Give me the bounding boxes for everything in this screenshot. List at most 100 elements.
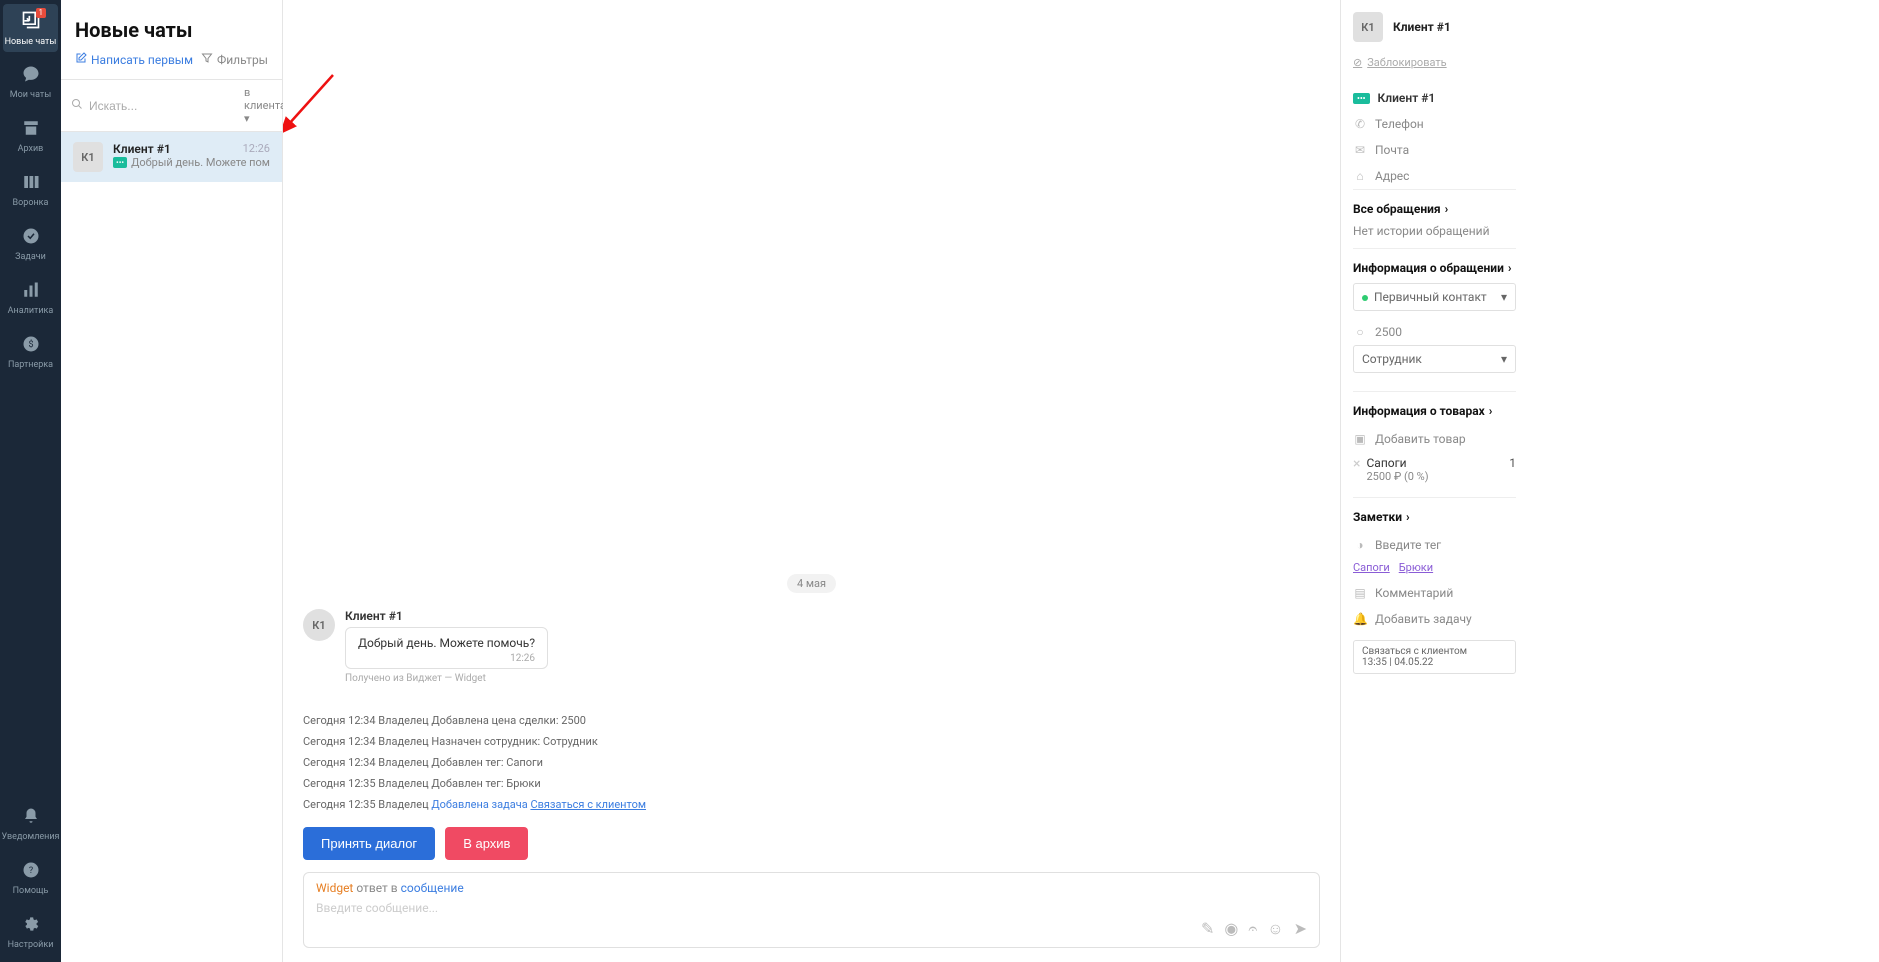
- product-price: 2500 ₽ (0 %): [1366, 470, 1509, 483]
- nav-label: Мои чаты: [10, 90, 51, 100]
- accept-dialog-button[interactable]: Принять диалог: [303, 827, 435, 860]
- preview-icon[interactable]: ◉: [1224, 919, 1238, 939]
- mail-icon: ✉: [1353, 143, 1367, 157]
- note-icon: ▤: [1353, 586, 1367, 600]
- chevron-down-icon: ▾: [1501, 352, 1507, 366]
- phone-field[interactable]: ✆ Телефон: [1353, 111, 1516, 137]
- task-time: 13:35 | 04.05.22: [1362, 657, 1507, 668]
- nav-funnel[interactable]: Воронка: [3, 166, 58, 214]
- avatar: К1: [1353, 12, 1383, 42]
- nav-new-chats[interactable]: 1 Новые чаты: [3, 4, 58, 52]
- widget-badge-icon: •••: [1353, 93, 1370, 104]
- status-dot-icon: [1362, 295, 1368, 301]
- address-field[interactable]: ⌂ Адрес: [1353, 163, 1516, 189]
- input-channel-meta: Widget ответ в сообщение: [316, 881, 1307, 895]
- system-log-row: Сегодня 12:35 Владелец Добавлена задача …: [303, 794, 1320, 815]
- nav-archive[interactable]: Архив: [3, 112, 58, 160]
- contact-name: Клиент #1: [1378, 91, 1436, 105]
- emoji-icon[interactable]: ☺: [1267, 919, 1283, 939]
- right-gutter: [1528, 0, 1879, 962]
- chat-item-name: Клиент #1: [113, 142, 171, 156]
- task-text: Связаться с клиентом: [1362, 646, 1507, 657]
- nav-label: Аналитика: [8, 306, 54, 316]
- home-icon: ⌂: [1353, 169, 1367, 183]
- message-time: 12:26: [358, 653, 535, 664]
- nav-label: Воронка: [13, 198, 49, 208]
- requests-empty: Нет истории обращений: [1353, 224, 1516, 238]
- request-info-section-toggle[interactable]: Информация о обращении ›: [1353, 261, 1516, 275]
- chevron-right-icon: ›: [1508, 261, 1512, 275]
- client-name: Клиент #1: [1393, 20, 1451, 34]
- nav-label: Партнерка: [8, 360, 53, 370]
- task-item[interactable]: Связаться с клиентом 13:35 | 04.05.22: [1353, 640, 1516, 674]
- nav-tasks[interactable]: Задачи: [3, 220, 58, 268]
- chevron-down-icon: ▾: [1501, 290, 1507, 304]
- compose-icon: [75, 52, 87, 67]
- nav-label: Настройки: [8, 940, 54, 950]
- nav-label: Задачи: [15, 252, 46, 262]
- chevron-right-icon: ›: [1406, 510, 1410, 524]
- product-item: × Сапоги 2500 ₽ (0 %) 1: [1353, 452, 1516, 487]
- nav-help[interactable]: ? Помощь: [3, 854, 58, 902]
- attach-icon[interactable]: 𝄐: [1248, 919, 1257, 939]
- chat-item-preview: Добрый день. Можете пом...: [131, 156, 270, 169]
- check-circle-icon: [22, 227, 40, 250]
- help-icon: ?: [22, 861, 40, 884]
- chevron-right-icon: ›: [1445, 202, 1449, 216]
- nav-label: Помощь: [13, 886, 49, 896]
- archive-icon: [22, 119, 40, 142]
- deal-amount[interactable]: ○ 2500: [1353, 319, 1516, 345]
- nav-label: Уведомления: [2, 832, 60, 842]
- notes-section-toggle[interactable]: Заметки ›: [1353, 510, 1516, 524]
- bell-icon: [22, 807, 40, 830]
- gear-icon: [22, 915, 40, 938]
- send-icon[interactable]: ➤: [1294, 919, 1307, 939]
- message-source: Получено из Виджет — Widget: [345, 673, 548, 684]
- block-icon: ⊘: [1353, 56, 1362, 69]
- page-title: Новые чаты: [75, 18, 268, 42]
- search-icon: [71, 98, 83, 113]
- add-task-button[interactable]: 🔔 Добавить задачу: [1353, 606, 1516, 632]
- nav-settings[interactable]: Настройки: [3, 908, 58, 956]
- system-log-row: Сегодня 12:34 Владелец Назначен сотрудни…: [303, 731, 1320, 752]
- products-section-toggle[interactable]: Информация о товарах ›: [1353, 404, 1516, 418]
- assignee-select[interactable]: Сотрудник ▾: [1353, 345, 1516, 373]
- tag-input[interactable]: ◑ Введите тег: [1353, 532, 1516, 558]
- nav-partners[interactable]: $ Партнерка: [3, 328, 58, 376]
- nav-analytics[interactable]: Аналитика: [3, 274, 58, 322]
- delete-product-button[interactable]: ×: [1353, 456, 1360, 472]
- box-icon: ▣: [1353, 432, 1367, 446]
- avatar: К1: [73, 142, 103, 172]
- tag-chip[interactable]: Сапоги: [1353, 561, 1390, 574]
- archive-button[interactable]: В архив: [445, 827, 528, 860]
- requests-section-toggle[interactable]: Все обращения ›: [1353, 202, 1516, 216]
- block-button[interactable]: ⊘ Заблокировать: [1353, 56, 1516, 69]
- system-log-row: Сегодня 12:34 Владелец Добавлена цена сд…: [303, 710, 1320, 731]
- nav-new-chats-badge: 1: [36, 8, 47, 18]
- comment-input[interactable]: ▤ Комментарий: [1353, 580, 1516, 606]
- message-input-box[interactable]: Widget ответ в сообщение Введите сообщен…: [303, 872, 1320, 948]
- signature-icon[interactable]: ✎: [1201, 919, 1214, 939]
- avatar: К1: [303, 609, 335, 641]
- task-link[interactable]: Связаться с клиентом: [530, 798, 646, 811]
- nav-notifications[interactable]: Уведомления: [3, 800, 58, 848]
- chevron-right-icon: ›: [1489, 404, 1493, 418]
- stage-select[interactable]: Первичный контакт ▾: [1353, 283, 1516, 311]
- system-log-row: Сегодня 12:35 Владелец Добавлен тег: Брю…: [303, 773, 1320, 794]
- dollar-icon: $: [22, 335, 40, 358]
- chat-list-item[interactable]: К1 Клиент #1 12:26 ••• Добрый день. Може…: [61, 132, 282, 182]
- write-first-button[interactable]: Написать первым: [75, 52, 193, 67]
- tag-chip[interactable]: Брюки: [1399, 561, 1433, 574]
- bars-icon: [22, 281, 40, 304]
- search-input[interactable]: [89, 99, 244, 113]
- funnel-icon: [22, 173, 40, 196]
- left-nav: 1 Новые чаты Мои чаты Архив Воронка: [0, 0, 61, 962]
- nav-my-chats[interactable]: Мои чаты: [3, 58, 58, 106]
- message-text: Добрый день. Можете помочь?: [358, 636, 535, 650]
- filters-button[interactable]: Фильтры: [201, 52, 268, 67]
- date-divider: 4 мая: [787, 574, 836, 593]
- add-product-button[interactable]: ▣ Добавить товар: [1353, 426, 1516, 452]
- email-field[interactable]: ✉ Почта: [1353, 137, 1516, 163]
- filter-icon: [201, 52, 213, 67]
- circle-icon: ○: [1353, 325, 1367, 339]
